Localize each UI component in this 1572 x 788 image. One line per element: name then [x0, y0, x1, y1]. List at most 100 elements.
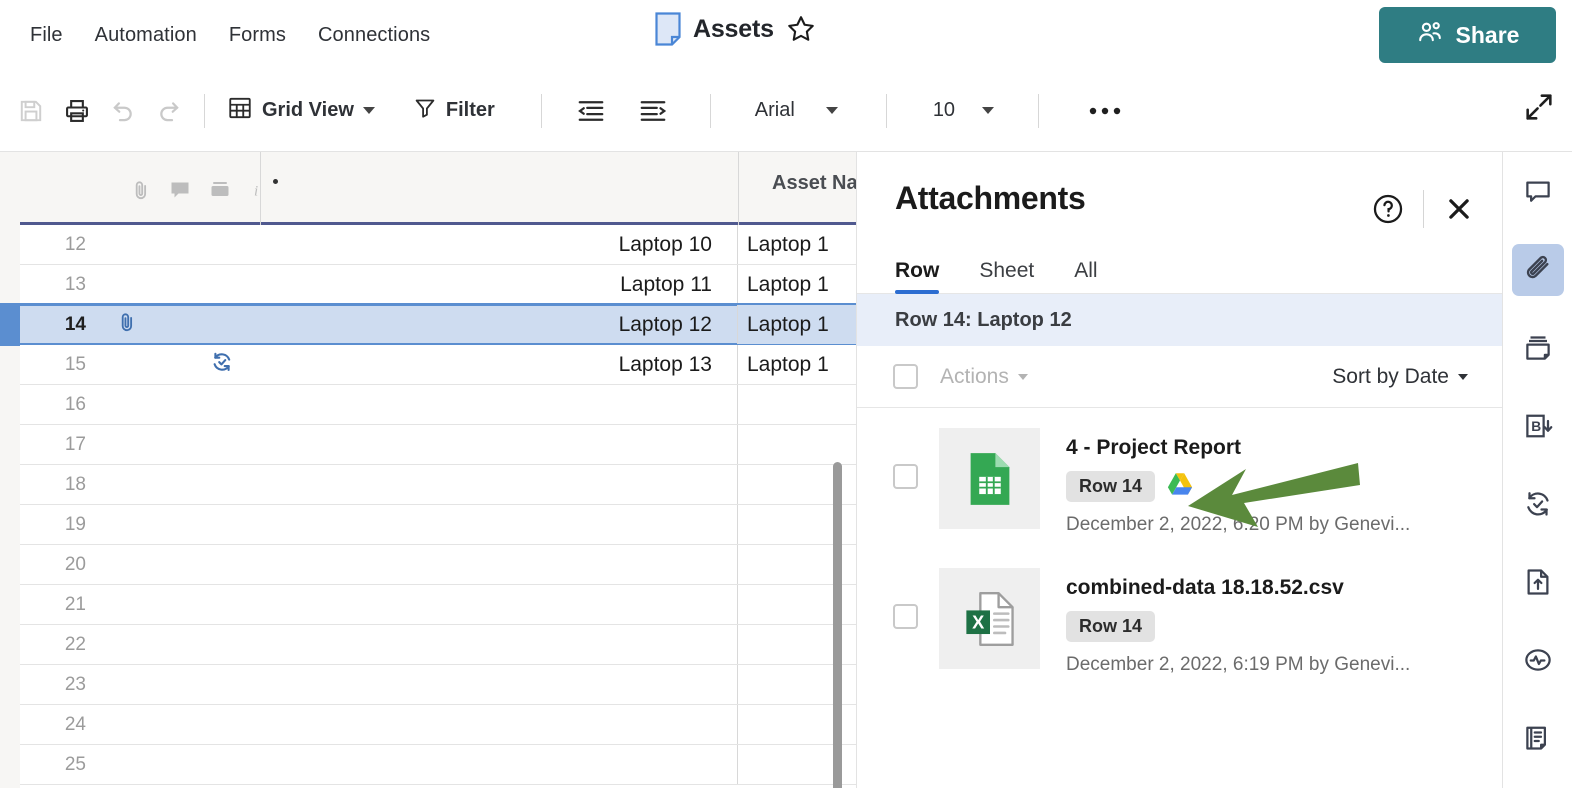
attachment-name[interactable]: 4 - Project Report: [1066, 436, 1410, 460]
list-item[interactable]: Xcombined-data 18.18.52.csv Row 14 Decembe…: [857, 552, 1502, 692]
expand-diagonal-icon[interactable]: [1522, 90, 1556, 129]
table-row[interactable]: 20: [20, 545, 856, 585]
table-row[interactable]: 12 Laptop 10 Laptop 1: [20, 225, 856, 265]
cell-primary-column[interactable]: [260, 385, 738, 424]
decrease-indent-icon[interactable]: [568, 89, 614, 133]
row-number: 17: [64, 433, 86, 455]
publish-icon[interactable]: B: [1512, 400, 1564, 452]
filter-funnel-icon: [413, 96, 437, 126]
table-row[interactable]: 19: [20, 505, 856, 545]
grid-view-button[interactable]: Grid View: [217, 89, 385, 133]
sort-dropdown[interactable]: Sort by Date: [1332, 365, 1468, 389]
comment-icon[interactable]: [168, 178, 192, 207]
cell-primary-column[interactable]: [260, 465, 738, 504]
attachment-name[interactable]: combined-data 18.18.52.csv: [1066, 576, 1410, 600]
update-request-icon[interactable]: [210, 350, 234, 379]
menu-bar: File Automation Forms Connections Assets: [0, 0, 1572, 70]
cell-primary-column[interactable]: [260, 705, 738, 744]
help-circle-icon[interactable]: [1367, 188, 1409, 230]
cell-asset-name[interactable]: Laptop 1: [738, 225, 856, 264]
row-indicator-cell[interactable]: [100, 310, 260, 339]
menu-automation[interactable]: Automation: [79, 18, 213, 53]
panel-tabs: Row Sheet All: [857, 244, 1502, 294]
tab-sheet[interactable]: Sheet: [979, 259, 1034, 293]
table-row[interactable]: 14 Laptop 12 Laptop 1: [0, 303, 856, 346]
cell-primary-column[interactable]: [260, 665, 738, 704]
toolbar-divider-4: [885, 93, 887, 128]
proofs-icon[interactable]: [1512, 322, 1564, 374]
font-family-select[interactable]: Arial: [745, 93, 848, 128]
filter-button[interactable]: Filter: [403, 90, 505, 132]
grid-vertical-scrollbar[interactable]: [833, 462, 842, 788]
cell-primary-column[interactable]: [260, 625, 738, 664]
menu-connections[interactable]: Connections: [302, 18, 446, 53]
save-disk-icon[interactable]: [8, 89, 54, 133]
chevron-down-icon: [362, 107, 375, 114]
tab-row[interactable]: Row: [895, 259, 940, 294]
attachment-checkbox[interactable]: [893, 604, 918, 629]
filter-label: Filter: [445, 99, 495, 121]
summary-icon[interactable]: [1512, 712, 1564, 764]
attachment-icon[interactable]: [116, 310, 138, 339]
send-document-icon[interactable]: [1512, 556, 1564, 608]
cell-primary-column[interactable]: [260, 545, 738, 584]
cell-primary-column[interactable]: [260, 505, 738, 544]
table-row[interactable]: 22: [20, 625, 856, 665]
table-row[interactable]: 13 Laptop 11 Laptop 1: [20, 265, 856, 305]
update-requests-icon[interactable]: [1512, 478, 1564, 530]
star-outline-icon[interactable]: [786, 14, 816, 44]
share-button[interactable]: Share: [1379, 7, 1556, 63]
cell-primary-column[interactable]: Laptop 10: [260, 225, 738, 264]
table-row[interactable]: 16: [20, 385, 856, 425]
menu-file[interactable]: File: [14, 18, 79, 53]
close-x-icon[interactable]: [1438, 188, 1480, 230]
conversations-icon[interactable]: [1512, 166, 1564, 218]
cell-asset-name[interactable]: Laptop 1: [738, 305, 856, 344]
print-icon[interactable]: [54, 89, 100, 133]
cell-asset-name[interactable]: Laptop 1: [738, 345, 856, 384]
cell-primary-column[interactable]: Laptop 12: [260, 305, 738, 344]
toolbar-divider-2: [540, 93, 542, 128]
actions-dropdown[interactable]: Actions: [940, 365, 1028, 389]
attachment-checkbox[interactable]: [893, 464, 918, 489]
table-row[interactable]: 15 Laptop 13 Laptop 1: [20, 345, 856, 385]
proof-icon[interactable]: [208, 178, 232, 207]
more-horizontal-icon[interactable]: [1075, 89, 1135, 133]
activity-log-icon[interactable]: [1512, 634, 1564, 686]
cell-primary-column[interactable]: Laptop 11: [260, 265, 738, 304]
cell-primary-column[interactable]: [260, 585, 738, 624]
cell-asset-name[interactable]: [738, 425, 856, 464]
row-number: 19: [64, 513, 86, 535]
cell-primary-column[interactable]: [260, 745, 738, 784]
redo-arrow-icon[interactable]: [146, 89, 192, 133]
cell-primary-column[interactable]: [260, 425, 738, 464]
table-row[interactable]: 21: [20, 585, 856, 625]
undo-arrow-icon[interactable]: [100, 89, 146, 133]
row-number: 18: [64, 473, 86, 495]
table-row[interactable]: 17: [20, 425, 856, 465]
table-row[interactable]: 25: [20, 745, 856, 785]
increase-indent-icon[interactable]: [630, 89, 676, 133]
table-row[interactable]: 24: [20, 705, 856, 745]
toolbar-divider: [204, 93, 205, 128]
attachment-meta: Row 14: [1066, 471, 1410, 502]
cell-asset-name[interactable]: [738, 385, 856, 424]
cell-primary-column[interactable]: Laptop 13: [260, 345, 738, 384]
table-row[interactable]: 23: [20, 665, 856, 705]
share-button-label: Share: [1455, 21, 1520, 48]
row-indicator-cell[interactable]: [100, 350, 260, 379]
font-size-select[interactable]: 10: [923, 93, 1004, 128]
menu-forms[interactable]: Forms: [213, 18, 302, 53]
row-info-icon[interactable]: i: [248, 178, 266, 207]
toolbar: Grid View Filter Arial 10: [0, 70, 1572, 152]
attachments-icon[interactable]: [1511, 244, 1564, 296]
panel-header-actions: [1367, 188, 1480, 230]
attachment-icon[interactable]: [130, 178, 152, 207]
row-number: 23: [64, 673, 86, 695]
tab-all[interactable]: All: [1074, 259, 1097, 293]
list-item[interactable]: 4 - Project Report Row 14 December 2, 2022…: [857, 412, 1502, 552]
cell-asset-name[interactable]: Laptop 1: [738, 265, 856, 304]
table-row[interactable]: 18: [20, 465, 856, 505]
select-all-checkbox[interactable]: [893, 364, 918, 389]
column-header-asset-name[interactable]: Asset Name: [772, 172, 856, 195]
